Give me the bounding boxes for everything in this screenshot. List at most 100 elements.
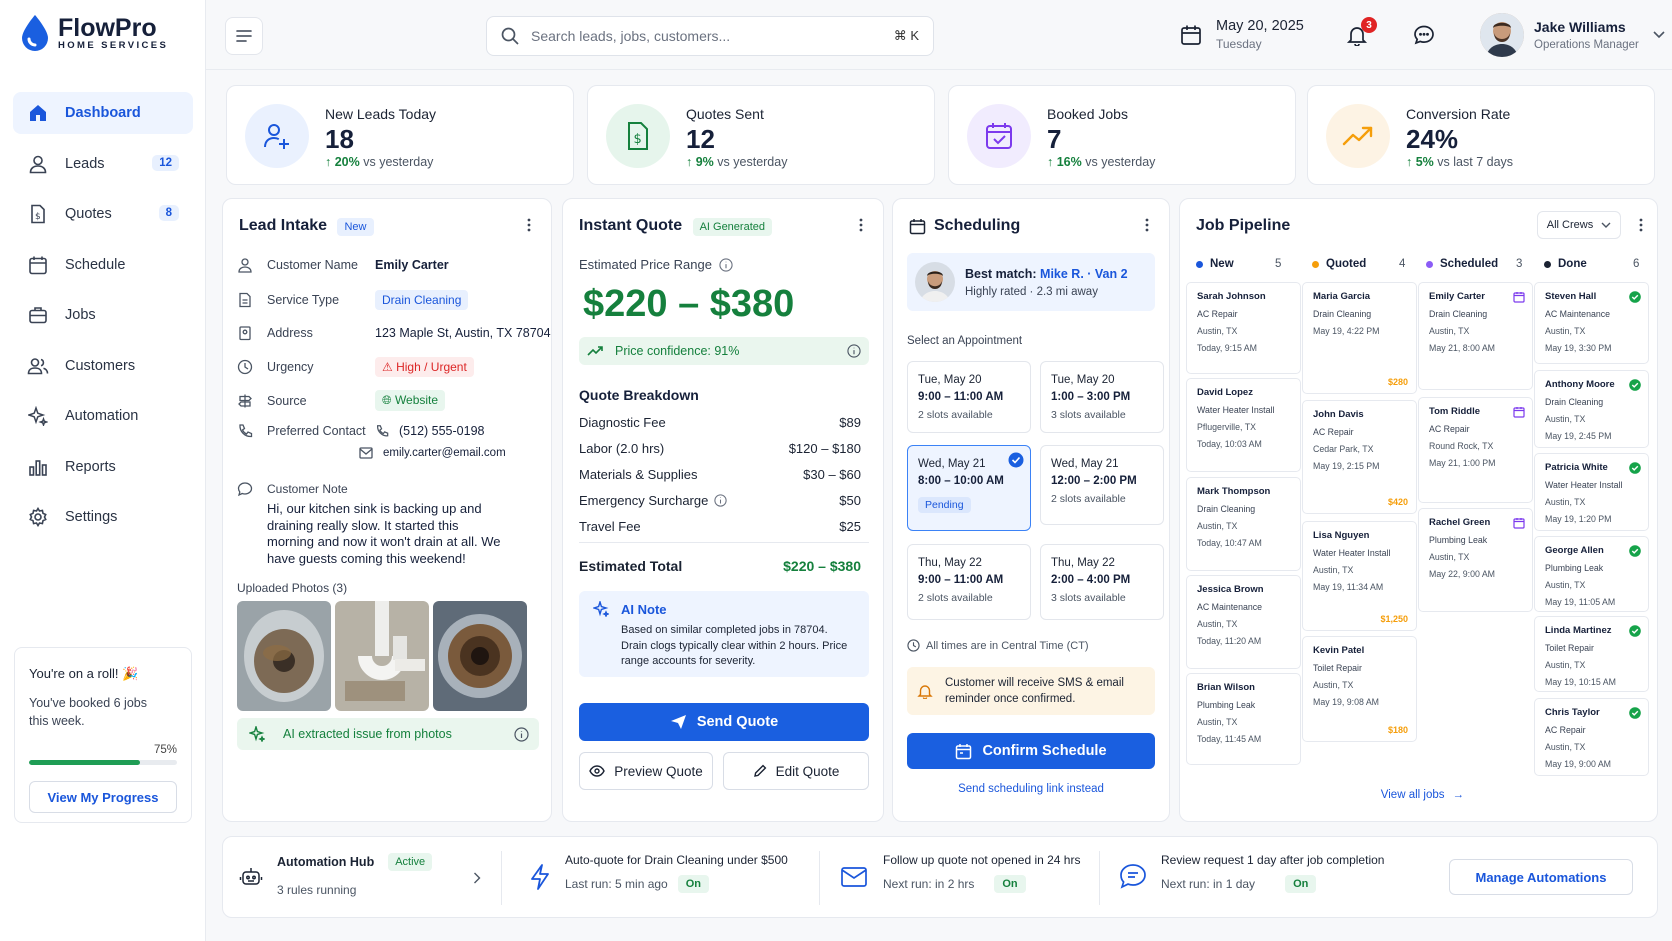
on-toggle[interactable]: On [994,875,1026,893]
crew-filter-select[interactable]: All Crews [1537,211,1621,239]
info-icon[interactable] [514,726,529,742]
appointment-slot[interactable]: Thu, May 22 2:00 – 4:00 PM 3 slots availab… [1040,544,1164,620]
info-icon[interactable] [714,494,727,507]
phone-value[interactable]: (512) 555-0198 [399,424,484,438]
manage-automations-button[interactable]: Manage Automations [1449,859,1633,895]
menu-toggle-button[interactable] [225,17,263,55]
send-quote-button[interactable]: Send Quote [579,703,869,741]
arrow-right-icon: → [1452,789,1465,801]
sidebar-item-schedule[interactable]: Schedule [13,244,193,286]
kebab-menu-icon[interactable] [1139,217,1155,233]
logo[interactable]: FlowPro HOME SERVICES [20,14,168,52]
email-value[interactable]: emily.carter@email.com [383,447,506,459]
field-source: Source 🌐︎ Website [237,390,446,411]
stat-card-quotes-sent[interactable]: $ Quotes Sent 12 ↑ 9% vs yesterday [587,85,935,185]
job-card[interactable]: Sarah Johnson AC Repair Austin, TX Today, 9… [1186,282,1301,374]
kebab-menu-icon[interactable] [521,217,537,233]
automation-hub-summary[interactable]: Automation Hub Active 3 rules running [277,853,433,897]
appointment-slot[interactable]: Wed, May 21 12:00 – 2:00 PM 2 slots availa… [1040,445,1164,525]
kebab-menu-icon[interactable] [853,217,869,233]
sidebar-item-dashboard[interactable]: Dashboard [13,92,193,134]
edit-quote-button[interactable]: Edit Quote [723,752,869,790]
job-location: Austin, TX [1197,717,1238,727]
job-date: May 19, 11:34 AM [1313,582,1384,592]
arrow-up-icon: ↑ [1406,155,1416,169]
automation-rule[interactable]: Follow up quote not opened in 24 hrs Nex… [883,853,1080,893]
appointment-slot[interactable]: Tue, May 20 9:00 – 11:00 AM 2 slots availa… [907,361,1031,433]
arrow-up-icon: ↑ [325,155,335,169]
appointment-slot-selected[interactable]: Wed, May 21 8:00 – 10:00 AM Pending [907,445,1031,531]
stat-value: 12 [686,124,715,154]
job-card[interactable]: Kevin Patel Toilet Repair Austin, TX May 19… [1302,636,1417,742]
sidebar-item-automation[interactable]: Automation [13,395,193,437]
job-card[interactable]: George Allen Plumbing Leak Austin, TX May 1… [1534,536,1649,612]
job-card[interactable]: Jessica Brown AC Maintenance Austin, TX Tod… [1186,575,1301,669]
sidebar-item-label: Schedule [65,256,126,273]
check-circle-icon [1629,291,1641,303]
sidebar-item-jobs[interactable]: Jobs [13,294,193,336]
sparkle-icon [27,405,49,427]
job-card[interactable]: David Lopez Water Heater Install Pflugervi… [1186,378,1301,472]
job-date: May 19, 4:22 PM [1313,326,1380,336]
job-card[interactable]: Mark Thompson Drain Cleaning Austin, TX Tod… [1186,477,1301,571]
column-count: 5 [1275,258,1282,270]
messages-button[interactable] [1413,24,1435,46]
sidebar-item-settings[interactable]: Settings [13,496,193,538]
job-date: May 19, 9:08 AM [1313,697,1380,707]
users-icon [27,355,49,377]
pending-badge: Pending [918,497,971,513]
job-location: Austin, TX [1429,326,1470,336]
job-card[interactable]: Brian Wilson Plumbing Leak Austin, TX Today… [1186,673,1301,765]
job-card[interactable]: Linda Martinez Toilet Repair Austin, TX May… [1534,616,1649,692]
sidebar-item-customers[interactable]: Customers [13,345,193,387]
uploaded-photo[interactable] [335,601,429,711]
job-card[interactable]: Tom Riddle AC Repair Round Rock, TX May 21,… [1418,397,1533,503]
field-service: Service Type Drain Cleaning [237,290,469,310]
view-all-jobs-link[interactable]: View all jobs → [1381,789,1464,801]
job-card[interactable]: Rachel Green Plumbing Leak Austin, TX May 2… [1418,508,1533,612]
job-card[interactable]: Maria Garcia Drain Cleaning May 19, 4:22 P… [1302,282,1417,394]
stat-card-conversion-rate[interactable]: Conversion Rate 24% ↑ 5% vs last 7 days [1307,85,1655,185]
job-card[interactable]: Patricia White Water Heater Install Austin… [1534,453,1649,531]
sidebar-item-leads[interactable]: Leads 12 [13,143,193,185]
sidebar-item-quotes[interactable]: $ Quotes 8 [13,193,193,235]
lead-intake-panel: Lead Intake New Customer Name Emily Cart… [222,198,552,822]
automation-rule[interactable]: Auto-quote for Drain Cleaning under $500… [565,853,788,893]
info-icon[interactable] [847,344,861,358]
view-progress-button[interactable]: View My Progress [29,781,177,813]
calendar-icon [1513,292,1525,303]
automation-rule[interactable]: Review request 1 day after job completio… [1161,853,1384,893]
stat-card-booked-jobs[interactable]: Booked Jobs 7 ↑ 16% vs yesterday [948,85,1296,185]
chevron-right-icon[interactable] [473,872,481,884]
uploaded-photo[interactable] [433,601,527,711]
job-card[interactable]: Anthony Moore Drain Cleaning Austin, TX May… [1534,370,1649,448]
on-toggle[interactable]: On [677,875,710,893]
appointment-slot[interactable]: Thu, May 22 9:00 – 11:00 AM 2 slots availa… [907,544,1031,620]
ai-extract-banner[interactable]: AI extracted issue from photos [237,718,539,750]
panel-title: Scheduling [909,217,1020,235]
search-input[interactable] [531,28,871,44]
job-card[interactable]: Emily Carter Drain Cleaning Austin, TX May … [1418,282,1533,390]
preview-quote-button[interactable]: Preview Quote [579,752,713,790]
job-card[interactable]: Steven Hall AC Maintenance Austin, TX May 1… [1534,282,1649,364]
progress-bar [29,760,177,765]
kebab-menu-icon[interactable] [1633,217,1649,233]
on-toggle[interactable]: On [1285,875,1317,893]
technician-avatar [915,262,955,302]
job-type: AC Maintenance [1197,602,1263,612]
job-card[interactable]: Lisa Nguyen Water Heater Install Austin, T… [1302,521,1417,631]
appointment-slot[interactable]: Tue, May 20 1:00 – 3:00 PM 3 slots availab… [1040,361,1164,433]
best-match-card[interactable]: Best match: Mike R. · Van 2 Highly rated… [907,253,1155,311]
scheduling-link[interactable]: Send scheduling link instead [907,783,1155,795]
sidebar-item-reports[interactable]: Reports [13,446,193,488]
menu-icon [236,30,252,42]
sidebar-item-label: Settings [65,509,118,525]
job-card[interactable]: John Davis AC Repair Cedar Park, TX May 19,… [1302,400,1417,514]
job-card[interactable]: Chris Taylor AC Repair Austin, TX May 19, 9… [1534,698,1649,776]
best-match-sub: Highly rated · 2.3 mi away [965,285,1098,298]
info-icon[interactable] [719,257,733,272]
confirm-schedule-button[interactable]: Confirm Schedule [907,733,1155,769]
stat-card-new-leads[interactable]: New Leads Today 18 ↑ 20% vs yesterday [226,85,574,185]
user-menu[interactable]: Jake Williams Operations Manager [1480,13,1665,57]
uploaded-photo[interactable] [237,601,331,711]
